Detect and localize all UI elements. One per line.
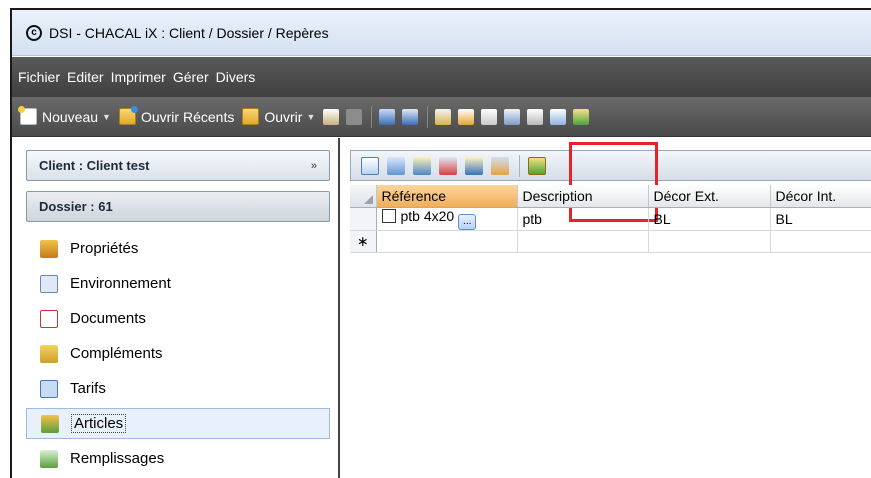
dossier-header[interactable]: Dossier : 61 bbox=[26, 191, 330, 222]
app-logo-icon: c bbox=[26, 24, 42, 41]
title-bar: c DSI - CHACAL iX : Client / Dossier / R… bbox=[12, 10, 871, 56]
move-up-icon[interactable] bbox=[465, 156, 483, 175]
window-title: DSI - CHACAL iX : Client / Dossier / Rep… bbox=[49, 24, 329, 41]
nav-item-complements[interactable]: Compléments bbox=[26, 336, 330, 371]
save-icon[interactable] bbox=[379, 108, 396, 125]
dossier-label: Dossier : 61 bbox=[39, 199, 113, 214]
new-button-label: Nouveau bbox=[42, 108, 99, 125]
nav-item-label: Environnement bbox=[70, 275, 171, 292]
menu-editer[interactable]: Editer bbox=[67, 69, 104, 85]
nav-item-remplissages[interactable]: Remplissages bbox=[26, 441, 330, 476]
new-row-marker: ∗ bbox=[350, 230, 377, 253]
toolbar-separator bbox=[519, 154, 520, 177]
nav-item-label: Compléments bbox=[70, 345, 163, 362]
calendar-icon[interactable] bbox=[323, 108, 340, 125]
grid-toolbar bbox=[350, 142, 871, 222]
select-all-icon bbox=[363, 194, 373, 204]
nav-item-label: Documents bbox=[70, 310, 146, 327]
open-button-label: Ouvrir bbox=[264, 108, 303, 125]
nav-item-proprietes[interactable]: Propriétés bbox=[26, 231, 330, 266]
export-grid-icon[interactable] bbox=[528, 156, 546, 175]
column-header-description[interactable]: Description bbox=[517, 185, 649, 208]
main-toolbar: Nouveau ▼ Ouvrir Récents Ouvrir ▼ bbox=[12, 97, 871, 137]
empty-cell[interactable] bbox=[517, 230, 649, 253]
open-button[interactable]: Ouvrir ▼ bbox=[242, 108, 315, 125]
nav-item-label: Articles bbox=[71, 414, 127, 433]
open-recent-label: Ouvrir Récents bbox=[140, 108, 235, 125]
column-header-decor-int[interactable]: Décor Int. bbox=[770, 185, 871, 208]
open-recent-button[interactable]: Ouvrir Récents bbox=[118, 106, 235, 125]
articles-icon bbox=[41, 414, 59, 433]
nav-item-articles[interactable]: Articles bbox=[26, 408, 330, 439]
tarifs-icon bbox=[40, 379, 58, 398]
nav-item-tarifs[interactable]: Tarifs bbox=[26, 371, 330, 406]
column-header-decor-ext[interactable]: Décor Ext. bbox=[648, 185, 771, 208]
duplicate-icon[interactable] bbox=[550, 108, 567, 125]
client-label: Client : Client test bbox=[39, 158, 150, 173]
pin-icon[interactable] bbox=[527, 108, 544, 125]
menu-imprimer[interactable]: Imprimer bbox=[111, 69, 166, 85]
articles-grid: Référence Description Décor Ext. Décor I… bbox=[350, 185, 871, 253]
nav-item-label: Remplissages bbox=[70, 450, 165, 467]
row-header[interactable] bbox=[350, 207, 377, 231]
client-header[interactable]: Client : Client test » bbox=[26, 150, 330, 181]
cell-reference[interactable]: ptb 4x20... bbox=[376, 207, 518, 231]
export-icon[interactable] bbox=[573, 108, 590, 125]
nav-item-documents[interactable]: Documents bbox=[26, 301, 330, 336]
nav-item-label: Tarifs bbox=[70, 380, 106, 397]
chevron-down-icon: ▼ bbox=[306, 111, 316, 122]
properties-icon bbox=[40, 239, 58, 258]
paste-icon[interactable] bbox=[481, 108, 498, 125]
app-window: c DSI - CHACAL iX : Client / Dossier / R… bbox=[10, 8, 871, 478]
dossier-nav: Propriétés Environnement Documents Compl… bbox=[26, 231, 330, 476]
cell-decor-ext[interactable]: BL bbox=[648, 207, 771, 231]
save-all-icon[interactable] bbox=[402, 108, 419, 125]
toolbar-separator bbox=[427, 105, 429, 128]
complements-icon bbox=[40, 344, 58, 363]
frame-icon bbox=[381, 208, 396, 223]
articles-panel: Référence Description Décor Ext. Décor I… bbox=[350, 138, 871, 478]
empty-cell[interactable] bbox=[376, 230, 518, 253]
cut-icon[interactable] bbox=[435, 108, 452, 125]
cell-description[interactable]: ptb bbox=[517, 207, 649, 231]
refresh-icon[interactable] bbox=[346, 108, 363, 125]
new-row[interactable]: ∗ bbox=[350, 230, 871, 253]
cell-decor-int[interactable]: BL bbox=[770, 207, 871, 231]
add-row-icon[interactable] bbox=[361, 156, 379, 175]
copy-icon[interactable] bbox=[458, 108, 475, 125]
empty-cell[interactable] bbox=[770, 230, 871, 253]
menu-fichier[interactable]: Fichier bbox=[18, 69, 60, 85]
new-button[interactable]: Nouveau ▼ bbox=[18, 106, 111, 125]
ellipsis-button[interactable]: ... bbox=[458, 213, 477, 229]
move-down-icon[interactable] bbox=[491, 156, 509, 175]
insert-column-icon[interactable] bbox=[387, 156, 405, 175]
table-row[interactable]: ptb 4x20... ptb BL BL bbox=[350, 207, 871, 231]
column-header-reference[interactable]: Référence bbox=[376, 185, 518, 208]
environment-icon bbox=[40, 274, 58, 293]
nav-item-label: Propriétés bbox=[70, 240, 139, 257]
toolbar-separator bbox=[371, 105, 373, 128]
reference-value: ptb 4x20 bbox=[400, 207, 455, 224]
left-panel: Client : Client test » Dossier : 61 Prop… bbox=[12, 138, 340, 478]
open-recent-icon bbox=[118, 106, 138, 125]
delete-row-icon[interactable] bbox=[439, 156, 457, 175]
remplissages-icon bbox=[40, 449, 58, 468]
nav-item-environnement[interactable]: Environnement bbox=[26, 266, 330, 301]
menu-bar: Fichier Editer Imprimer Gérer Divers bbox=[12, 57, 871, 97]
menu-gerer[interactable]: Gérer bbox=[173, 69, 209, 85]
double-chevron-icon[interactable]: » bbox=[311, 160, 317, 172]
chevron-down-icon: ▼ bbox=[102, 111, 111, 122]
menu-divers[interactable]: Divers bbox=[216, 69, 256, 85]
list-icon[interactable] bbox=[504, 108, 521, 125]
grid-corner[interactable] bbox=[350, 185, 377, 208]
open-folder-icon bbox=[242, 108, 260, 125]
empty-cell[interactable] bbox=[648, 230, 771, 253]
new-document-icon bbox=[18, 106, 37, 125]
split-columns-icon[interactable] bbox=[413, 156, 431, 175]
pdf-icon bbox=[40, 309, 58, 328]
